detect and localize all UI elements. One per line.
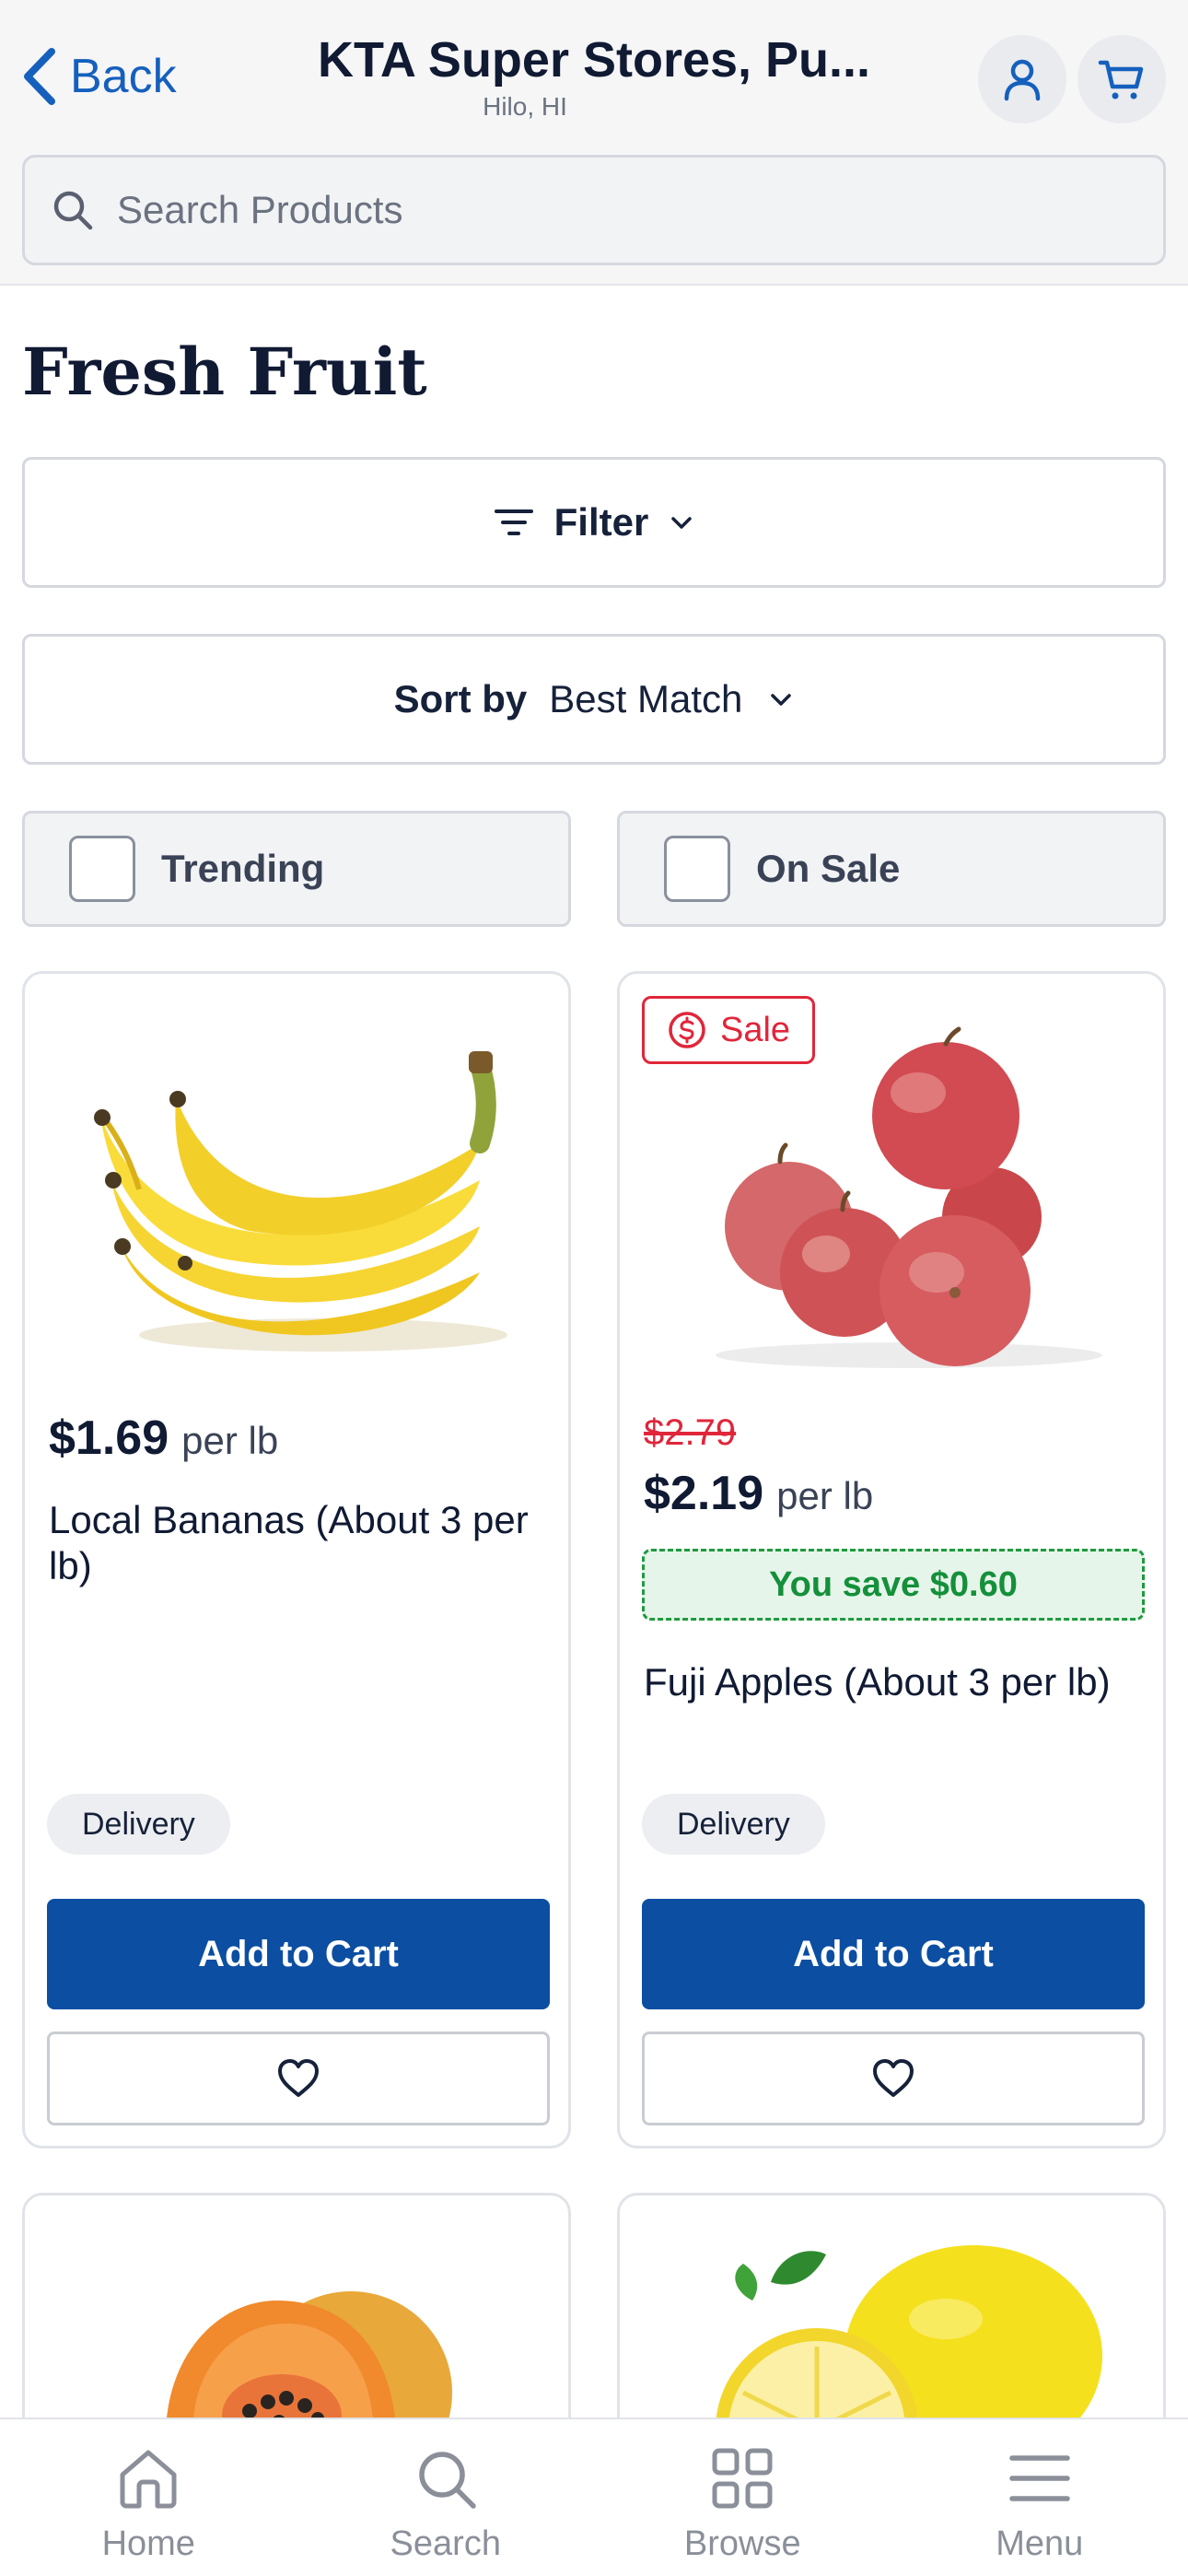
current-price: $1.69 (49, 1411, 169, 1465)
store-location: Hilo, HI (483, 92, 567, 121)
chevron-left-icon (24, 48, 55, 105)
nav-home-label: Home (101, 2524, 195, 2563)
search-input[interactable] (117, 188, 1038, 232)
favorite-button[interactable] (47, 2032, 550, 2125)
product-name[interactable]: Local Bananas (About 3 per lb) (49, 1497, 546, 1589)
price-unit: per lb (776, 1474, 874, 1517)
fulfillment-badge: Delivery (47, 1794, 230, 1855)
top-bar: Back KTA Super Stores, Pu... Hilo, HI (0, 0, 1188, 286)
price-row: $1.69 per lb (49, 1411, 278, 1466)
user-icon (1004, 59, 1041, 101)
product-name[interactable]: Fuji Apples (About 3 per lb) (644, 1659, 1141, 1705)
sort-label: Sort by (393, 677, 528, 720)
savings-badge: You save $0.60 (642, 1549, 1145, 1621)
cart-button[interactable] (1077, 35, 1166, 123)
price-unit: per lb (181, 1419, 279, 1462)
search-bar[interactable] (22, 155, 1166, 265)
filter-button[interactable]: Filter (22, 457, 1166, 588)
favorite-button[interactable] (642, 2032, 1145, 2125)
product-image-bananas[interactable] (47, 996, 552, 1383)
nav-search[interactable]: Search (297, 2419, 595, 2576)
cart-icon (1098, 60, 1144, 100)
add-to-cart-button[interactable]: Add to Cart (642, 1899, 1145, 2009)
sale-badge-label: Sale (720, 1010, 791, 1049)
banana-illustration (94, 1051, 507, 1352)
heart-icon (278, 2059, 319, 2097)
current-price: $2.19 (644, 1467, 764, 1520)
nav-search-label: Search (390, 2524, 501, 2563)
back-button[interactable]: Back (20, 46, 177, 107)
trending-label: Trending (161, 847, 325, 890)
bottom-nav: Home Search Browse Menu (0, 2418, 1188, 2576)
filter-icon (494, 509, 533, 535)
nav-browse[interactable]: Browse (594, 2419, 891, 2576)
fulfillment-badge: Delivery (642, 1794, 825, 1855)
chevron-down-icon (671, 517, 693, 529)
trending-toggle[interactable]: Trending (22, 811, 571, 927)
nav-browse-label: Browse (683, 2524, 801, 2563)
store-name[interactable]: KTA Super Stores, Pu... (276, 31, 912, 88)
dollar-circle-icon (669, 1012, 705, 1048)
page-title: Fresh Fruit (22, 334, 427, 410)
product-card[interactable]: Sale $2.79 $2.19 per lb You save $0.60 F… (617, 971, 1166, 2149)
filter-label: Filter (553, 500, 649, 544)
sort-value: Best Match (549, 677, 743, 720)
menu-icon (1009, 2455, 1070, 2501)
sale-badge: Sale (642, 996, 816, 1064)
search-icon (419, 2452, 476, 2509)
on-sale-toggle[interactable]: On Sale (617, 811, 1166, 927)
nav-menu-label: Menu (996, 2524, 1084, 2563)
sort-dropdown[interactable]: Sort by Best Match (22, 634, 1166, 765)
original-price: $2.79 (644, 1412, 737, 1453)
trending-checkbox[interactable] (69, 836, 135, 902)
product-card[interactable]: $1.69 per lb Local Bananas (About 3 per … (22, 971, 571, 2149)
grid-icon (712, 2448, 773, 2509)
on-sale-label: On Sale (756, 847, 901, 890)
heart-icon (873, 2059, 914, 2097)
on-sale-checkbox[interactable] (664, 836, 730, 902)
add-to-cart-button[interactable]: Add to Cart (47, 1899, 550, 2009)
price-row: $2.19 per lb (644, 1466, 873, 1521)
nav-home[interactable]: Home (0, 2419, 297, 2576)
chevron-down-icon (771, 694, 792, 706)
back-label: Back (70, 50, 177, 103)
nav-menu[interactable]: Menu (891, 2419, 1188, 2576)
search-icon (53, 191, 93, 230)
home-icon (120, 2450, 177, 2509)
account-button[interactable] (978, 35, 1066, 123)
